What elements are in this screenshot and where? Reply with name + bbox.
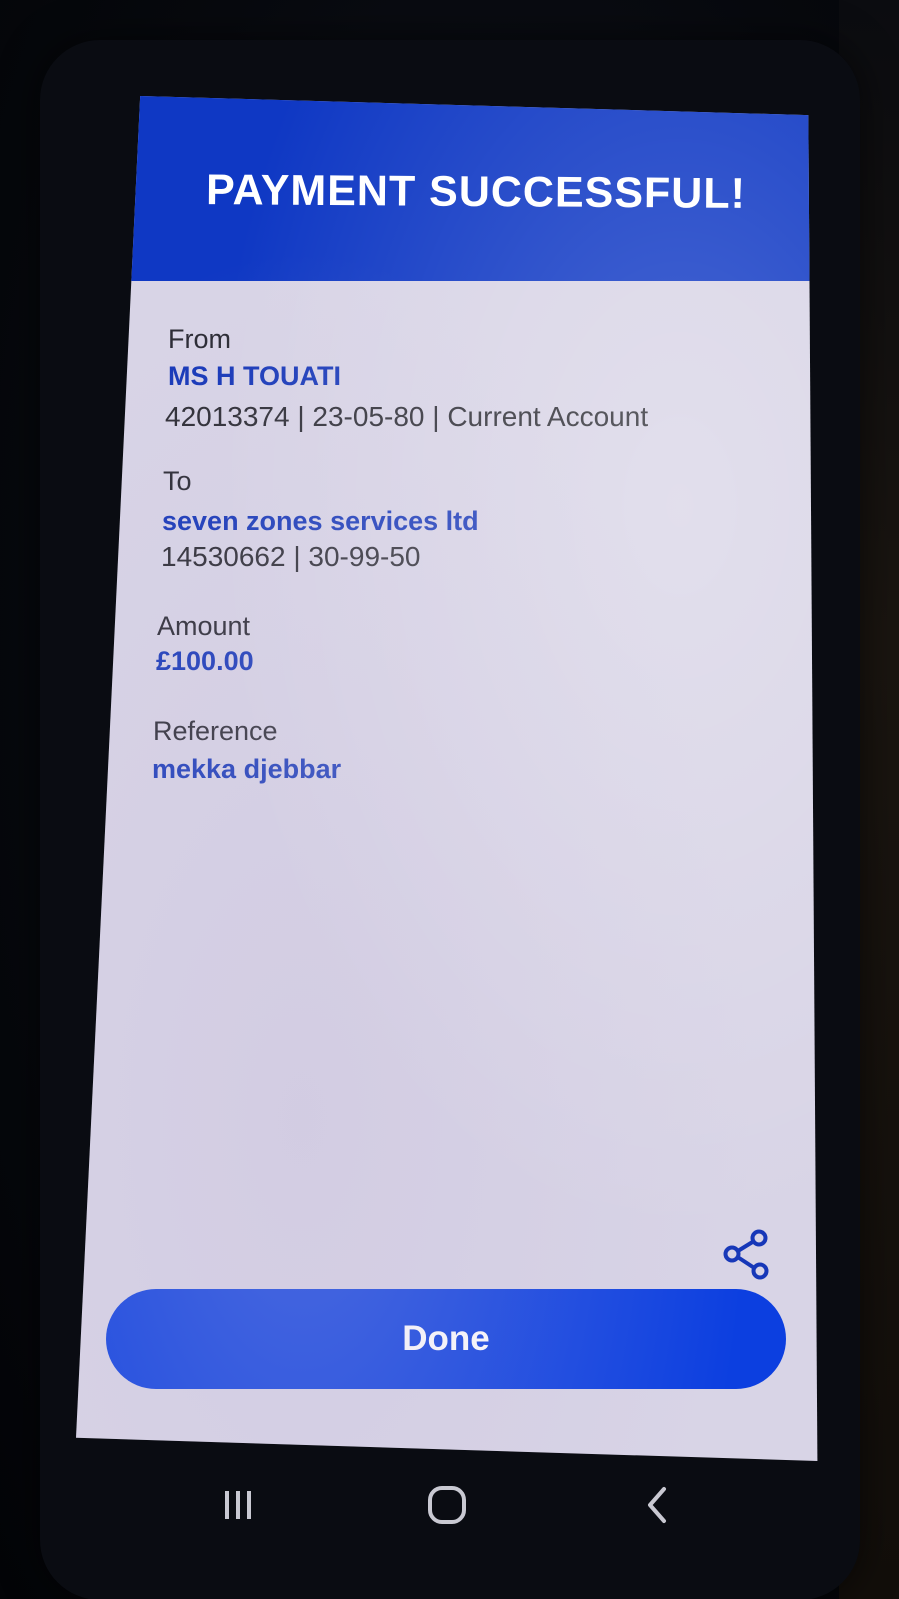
from-account-details: 42013374 | 23-05-80 | Current Account [165,401,649,432]
from-name: MS H TOUATI [168,361,341,391]
reference-label: Reference [153,716,278,746]
payment-details: From MS H TOUATI 42013374 | 23-05-80 | C… [76,96,817,1461]
reference-value: mekka djebbar [152,754,342,784]
to-account-details: 14530662 | 30-99-50 [161,541,421,572]
from-label: From [168,324,231,354]
android-nav-bar [160,1470,720,1550]
back-icon[interactable] [618,1470,698,1540]
home-icon[interactable] [407,1470,487,1540]
share-icon[interactable] [720,1228,772,1282]
amount-value: £100.00 [156,646,254,676]
done-button[interactable]: Done [106,1289,786,1389]
photo-background: PAYMENT SUCCESSFUL! From MS H TOUATI 420… [0,0,899,1599]
recents-icon[interactable] [198,1470,278,1540]
to-name: seven zones services ltd [162,506,479,536]
to-label: To [163,466,192,496]
amount-label: Amount [157,611,251,641]
phone-screen: PAYMENT SUCCESSFUL! From MS H TOUATI 420… [76,96,818,1461]
